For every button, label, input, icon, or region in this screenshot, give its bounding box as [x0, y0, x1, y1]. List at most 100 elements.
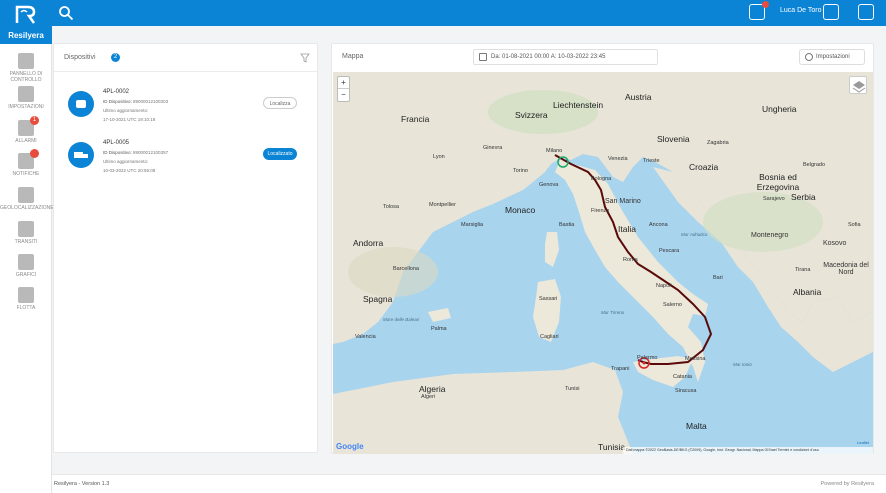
sidebar: Resilyera Pannello di controllo Impostaz… [0, 0, 54, 493]
sidebar-item-label: Pannello di controllo [9, 71, 43, 83]
truck-icon [68, 142, 94, 168]
map-attribution[interactable]: Dati mappa ©2022 GeoBasis-DE/BKG (©2009)… [623, 447, 873, 454]
device-item[interactable]: 4PL-0005 ID Dispositivo: 89000012100357 … [68, 140, 308, 176]
map-canvas[interactable]: Francia Svizzera Liechtenstein Austria U… [333, 72, 873, 454]
sidebar-item-alarms[interactable]: 1 Allarmi [0, 116, 52, 144]
map-label-city: Zagabria [707, 140, 729, 146]
notification-badge [30, 149, 39, 158]
map-label-country: San Marino [605, 198, 641, 205]
map-label-city: Trapani [611, 366, 630, 372]
device-update-label: Ultimo aggiornamento: [103, 159, 149, 164]
map-label-city: Bastia [559, 222, 575, 228]
fleet-icon [18, 287, 34, 303]
map-label-city: Venezia [608, 156, 628, 162]
map-label-country: Austria [625, 92, 652, 102]
map-settings-button[interactable]: Impostazioni [799, 49, 865, 65]
leaflet-link[interactable]: Leaflet [857, 440, 869, 445]
sidebar-item-label: Grafici [15, 272, 37, 278]
map-label-sea: Mar Tirreno [601, 310, 625, 315]
apps-grid-icon[interactable] [858, 4, 874, 20]
sidebar-item-fleet[interactable]: Flotta [0, 287, 52, 311]
map-label-sea: Mar Ionio [733, 362, 752, 367]
search-icon[interactable] [58, 5, 74, 21]
map-label-country: Malta [686, 421, 707, 431]
map-label-city: Salerno [663, 302, 682, 308]
sidebar-item-settings[interactable]: Impostazioni [0, 86, 52, 110]
map-label-city: Sarajevo [763, 196, 785, 202]
filter-icon[interactable] [300, 53, 310, 63]
map-label-city: Firenze [591, 208, 610, 214]
transit-icon [18, 221, 34, 237]
map-label-city: Bologna [591, 176, 612, 182]
alarm-badge: 1 [30, 116, 39, 125]
map-label-country: Tunisia [598, 442, 626, 452]
locate-button[interactable]: Localizza [263, 97, 297, 109]
map-settings-label: Impostazioni [816, 54, 850, 60]
user-name[interactable]: Luca De Toro [780, 7, 822, 14]
map-label-city: Belgrado [803, 162, 826, 168]
map-label-city: Pescara [659, 248, 680, 254]
map-label-country: Bosnia ed Erzegovina [756, 172, 800, 192]
map-label-country: Liechtenstein [553, 100, 604, 110]
google-logo: Google [336, 442, 364, 451]
located-button[interactable]: Localizzato [263, 148, 297, 160]
map-label-city: Ginevra [483, 145, 503, 151]
sidebar-item-dashboard[interactable]: Pannello di controllo [0, 53, 52, 83]
powered-by-text: Powered by Resilyera [820, 481, 875, 487]
map-label-country: Francia [401, 114, 430, 124]
map-title: Mappa [342, 53, 364, 60]
layers-icon[interactable] [849, 76, 867, 94]
map-label-country: Ungheria [762, 104, 797, 114]
map-label-country: Spagna [363, 294, 393, 304]
sidebar-item-transits[interactable]: Transiti [0, 221, 52, 245]
map-label-city: Marsiglia [461, 222, 484, 228]
map-label-country: Macedonia del Nord [823, 262, 869, 276]
zoom-control: + − [337, 76, 350, 102]
map-label-country: Slovenia [657, 134, 690, 144]
brand-name: Resilyera [8, 31, 44, 40]
devices-panel: Dispositivi 2 4PL-0002 ID Dispositivo: 8… [53, 43, 318, 453]
messages-badge [762, 1, 769, 8]
map-label-country: Serbia [791, 192, 816, 202]
sidebar-item-notifications[interactable]: Notifiche [0, 149, 52, 177]
map-label-city: Barcellona [393, 266, 419, 272]
sidebar-item-label: Allarmi [15, 138, 37, 144]
map-label-city: Ancona [649, 222, 668, 228]
map-label-city: Tolosa [383, 204, 399, 210]
map-panel: Mappa Da: 01-08-2021 00:00 A: 10-03-2022… [331, 43, 874, 454]
top-bar: Luca De Toro [0, 0, 886, 26]
date-range-value: Da: 01-08-2021 00:00 A: 10-03-2022 23:45 [491, 54, 606, 60]
map-label-city: Bari [713, 275, 723, 281]
map-label-country: Andorra [353, 238, 384, 248]
messages-icon[interactable] [749, 1, 769, 20]
map-label-city: Messina [685, 356, 706, 362]
zoom-out-button[interactable]: − [338, 89, 349, 101]
map-label-sea: Mar Adriatico [681, 232, 708, 237]
map-label-country: Montenegro [751, 232, 789, 239]
map-label-city: Trieste [643, 158, 660, 164]
devices-title: Dispositivi [64, 54, 96, 61]
device-item[interactable]: 4PL-0002 ID Dispositivo: 89000012100303 … [68, 89, 308, 125]
version-text: Resilyera - Version 1.3 [54, 481, 110, 487]
map-label-city: Algeri [421, 394, 436, 400]
sidebar-item-charts[interactable]: Grafici [0, 254, 52, 278]
calendar-icon [479, 53, 487, 61]
dashboard-icon [18, 53, 34, 69]
user-profile-icon[interactable] [823, 4, 839, 20]
date-range-input[interactable]: Da: 01-08-2021 00:00 A: 10-03-2022 23:45 [473, 49, 658, 65]
map-label-city: Palermo [637, 355, 658, 361]
geolocation-icon [18, 187, 34, 203]
sidebar-item-geolocation[interactable]: Geolocalizzazione [0, 187, 54, 211]
logo[interactable]: Resilyera [0, 0, 52, 44]
map-label-city: Genova [539, 182, 559, 188]
map-label-country: Svizzera [515, 110, 548, 120]
zoom-in-button[interactable]: + [338, 77, 349, 89]
gear-icon [805, 53, 813, 61]
map-label-country: Italia [618, 224, 636, 234]
device-update-label: Ultimo aggiornamento: [103, 108, 149, 113]
map-label-country: Kosovo [823, 240, 847, 247]
map-label-city: Lyon [433, 154, 445, 160]
map-label-city: Siracusa [675, 388, 697, 394]
map-label-city: Tirana [795, 267, 811, 273]
footer: Resilyera - Version 1.3 Powered by Resil… [52, 474, 886, 493]
